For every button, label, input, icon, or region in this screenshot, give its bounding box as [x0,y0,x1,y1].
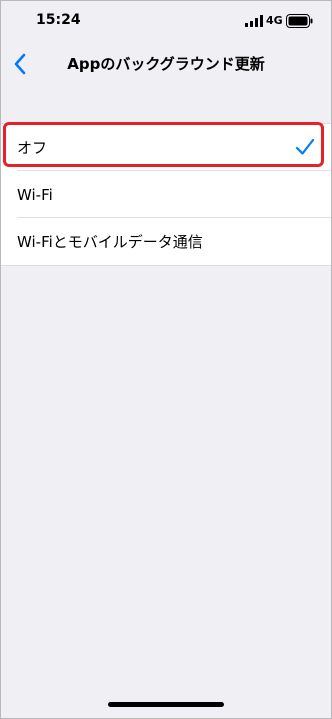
back-button[interactable] [6,49,34,79]
page-title: Appのバックグラウンド更新 [67,55,265,73]
home-indicator[interactable] [108,702,224,707]
option-row-wifi-cellular[interactable]: Wi-Fiとモバイルデータ通信 [1,218,331,265]
option-label: Wi-Fiとモバイルデータ通信 [17,233,203,251]
chevron-left-icon [14,53,26,75]
battery-icon [286,14,313,28]
network-type: 4G [266,14,283,27]
navigation-bar: Appのバックグラウンド更新 [1,41,331,87]
option-row-off[interactable]: オフ [1,124,331,171]
option-row-wifi[interactable]: Wi-Fi [1,171,331,218]
checkmark-icon [295,138,315,155]
cellular-signal-icon [245,15,263,27]
option-label: Wi-Fi [17,185,53,204]
option-label: オフ [17,139,48,157]
status-time: 15:24 [36,12,81,28]
phone-screen: 15:24 4G Appのバックグラウンド更新 オフ Wi-Fi Wi-Fiとモ… [0,0,332,719]
option-list: オフ Wi-Fi Wi-Fiとモバイルデータ通信 [1,123,331,266]
status-bar: 15:24 4G [1,1,331,41]
